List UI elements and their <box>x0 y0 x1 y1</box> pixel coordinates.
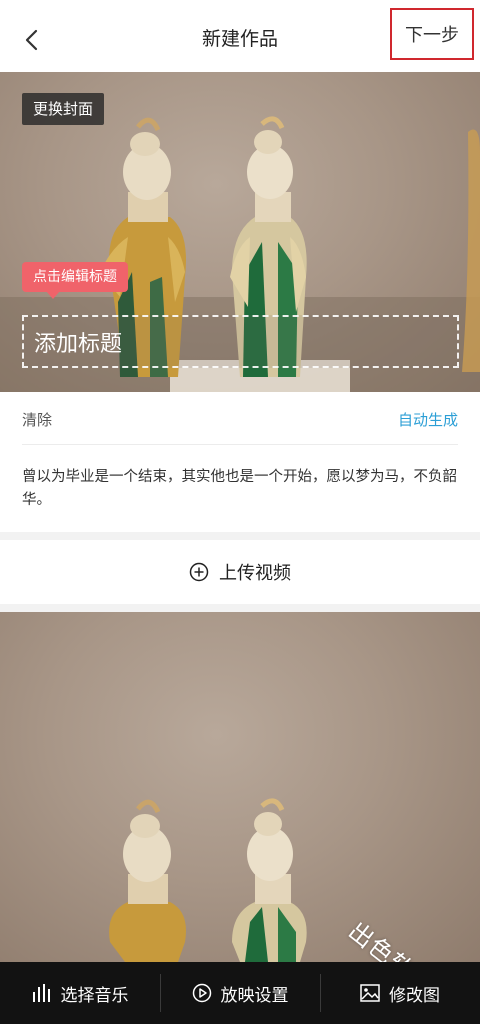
edit-image-label: 修改图 <box>389 985 440 1006</box>
playback-settings-button[interactable]: 放映设置 <box>160 962 320 1024</box>
upload-video-label: 上传视频 <box>219 563 291 584</box>
tooltip-arrow <box>46 291 60 299</box>
title-input[interactable]: 添加标题 <box>22 315 459 368</box>
top-bar: 新建作品 下一步 <box>0 0 480 72</box>
change-cover-button[interactable]: 更换封面 <box>22 93 105 125</box>
next-step-button[interactable]: 下一步 <box>390 8 474 60</box>
plus-circle-icon <box>189 562 209 582</box>
music-bars-icon <box>32 984 50 1002</box>
bottom-toolbar: 选择音乐 放映设置 修改图 <box>0 962 480 1024</box>
section-separator <box>0 604 480 612</box>
description-panel: 清除 自动生成 曾以为毕业是一个结束，其实他也是一个开始，愿以梦为马，不负韶华。 <box>0 392 480 532</box>
divider <box>22 444 458 445</box>
image-icon <box>360 984 380 1002</box>
clear-button[interactable]: 清除 <box>22 409 52 430</box>
playback-settings-label: 放映设置 <box>220 985 289 1006</box>
edit-image-button[interactable]: 修改图 <box>320 962 480 1024</box>
auto-generate-button[interactable]: 自动生成 <box>398 409 458 430</box>
figurines-illustration <box>109 798 307 962</box>
section-separator <box>0 532 480 540</box>
select-music-label: 选择音乐 <box>60 985 129 1006</box>
slide-image[interactable] <box>0 612 480 962</box>
edit-title-tooltip: 点击编辑标题 <box>22 262 128 292</box>
play-circle-icon <box>192 983 211 1003</box>
select-music-button[interactable]: 选择音乐 <box>0 962 160 1024</box>
description-text[interactable]: 曾以为毕业是一个结束，其实他也是一个开始，愿以梦为马，不负韶华。 <box>22 466 458 512</box>
upload-video-button[interactable]: 上传视频 <box>0 540 480 604</box>
